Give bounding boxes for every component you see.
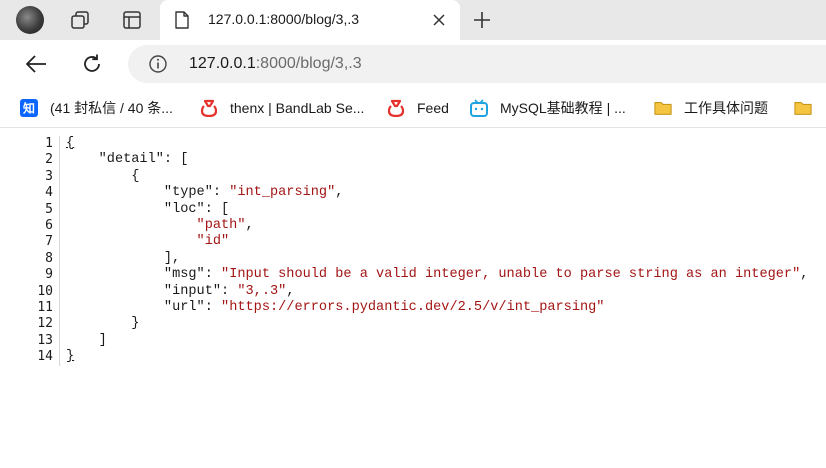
code-line: ] [66,332,107,348]
bookmark-folder-overflow[interactable] [794,98,824,118]
code-line: "loc": [ [66,201,230,217]
tab-strip: 127.0.0.1:8000/blog/3,.3 [0,0,826,40]
line-number: 10 [37,283,53,299]
toolbar: 127.0.0.1:8000/blog/3,.3 [0,40,826,88]
refresh-icon [84,54,100,72]
gutter-divider [59,136,60,366]
bilibili-icon [470,99,488,117]
document-icon [175,11,189,29]
bookmark-label: MySQL基础教程 | ... [500,100,626,116]
line-number: 1 [45,136,53,151]
address-bar[interactable]: 127.0.0.1:8000/blog/3,.3 [128,45,826,83]
bookmark-label: Feed [417,100,449,116]
url-text[interactable]: 127.0.0.1:8000/blog/3,.3 [189,55,362,73]
line-number: 14 [37,349,53,365]
tab-close-button[interactable] [430,11,448,29]
new-tab-button[interactable] [468,6,496,34]
code-line: { [66,136,75,151]
folder-icon [794,102,812,115]
line-number: 8 [45,250,53,266]
line-number: 11 [37,299,53,315]
line-number: 13 [37,332,53,348]
json-key: loc [172,201,197,217]
code-line: } [66,316,140,332]
workspaces-button[interactable] [66,6,94,34]
back-arrow-icon [26,55,46,73]
bookmarks-bar: 知 (41 封私信 / 40 条... thenx | BandLab Se..… [0,88,826,128]
line-number: 2 [45,152,53,168]
json-string-value: path [204,217,238,233]
bookmark-bandlab-search[interactable]: thenx | BandLab Se... [200,98,364,118]
workspaces-icon [71,11,89,29]
bandlab-icon [200,99,218,117]
bookmark-mysql-tutorial[interactable]: MySQL基础教程 | ... [470,98,626,118]
json-key: detail [106,152,156,168]
code-line: "type": "int_parsing", [66,185,344,201]
folder-icon [654,102,672,115]
bandlab-icon [387,99,405,117]
line-number: 9 [45,267,53,283]
tab-actions-icon [123,11,141,29]
profile-avatar[interactable] [16,6,44,34]
json-string-value: 3,.3 [245,283,279,299]
line-number: 5 [45,201,53,217]
json-string-value: Input should be a valid integer, unable … [229,267,793,283]
line-number: 6 [45,217,53,233]
tab-title: 127.0.0.1:8000/blog/3,.3 [208,11,360,27]
json-string-value: id [204,234,222,250]
code-line: "id" [196,234,230,250]
bookmark-label: 工作具体问题 [684,100,768,116]
code-line: ], [66,250,181,266]
site-info-icon[interactable] [148,54,168,74]
code-line: { [66,168,140,184]
svg-text:知: 知 [22,101,35,116]
code-line: } [66,349,75,365]
line-number: 12 [37,316,53,332]
code-line: "input": "3,.3", [66,283,295,299]
zhihu-icon: 知 [20,99,38,117]
url-host: 127.0.0.1 [189,55,256,72]
code-line: "msg": "Input should be a valid integer,… [66,267,809,283]
json-key: input [172,283,213,299]
json-viewer: 1 2 3 4 5 6 7 8 9 10 11 12 13 14 { "deta… [0,128,826,468]
bookmark-folder-work[interactable]: 工作具体问题 [654,98,768,118]
vertical-tabs-button[interactable] [118,6,146,34]
code-line: "path", [196,217,254,233]
url-path: :8000/blog/3,.3 [255,55,362,72]
line-number-gutter: 1 2 3 4 5 6 7 8 9 10 11 12 13 14 [10,136,53,365]
back-button[interactable] [20,48,52,80]
plus-icon [474,12,490,28]
json-string-value: int_parsing [237,185,328,201]
json-key: type [172,185,205,201]
bookmark-feed[interactable]: Feed [387,98,449,118]
bookmark-zhihu[interactable]: 知 (41 封私信 / 40 条... [20,98,173,118]
refresh-button[interactable] [76,48,108,80]
code-line: "detail": [ [66,152,189,168]
bookmark-label: (41 封私信 / 40 条... [50,100,173,116]
line-number: 7 [45,234,53,250]
json-key: url [172,299,197,315]
json-string-value: https://errors.pydantic.dev/2.5/v/int_pa… [229,299,597,315]
json-key: msg [172,267,197,283]
code-line: "url": "https://errors.pydantic.dev/2.5/… [66,299,605,315]
json-code: { "detail": [ { "type": "int_parsing", "… [66,136,808,365]
line-number: 3 [45,168,53,184]
bookmark-label: thenx | BandLab Se... [230,100,365,116]
tab-active[interactable]: 127.0.0.1:8000/blog/3,.3 [160,0,460,40]
close-icon [433,14,445,26]
line-number: 4 [45,185,53,201]
